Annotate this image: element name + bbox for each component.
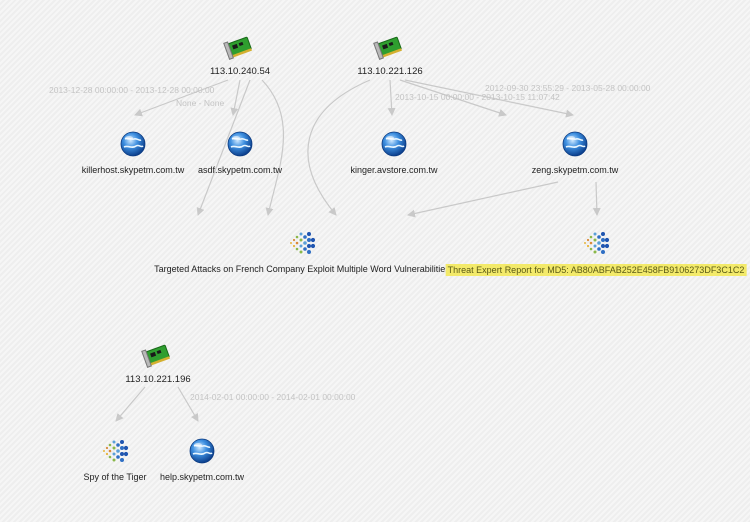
node-label: killerhost.skypetm.com.tw	[81, 165, 185, 175]
globe-icon	[227, 131, 253, 157]
globe-icon	[189, 438, 215, 464]
node-label: asdf.skypetm.com.tw	[197, 165, 283, 175]
dotted-report-icon	[290, 232, 316, 254]
edge-ip3-r3	[115, 386, 146, 422]
globe-icon	[381, 131, 407, 157]
node-label: zeng.skypetm.com.tw	[531, 165, 619, 175]
edge-ip1-r1b	[261, 79, 284, 216]
network-card-icon	[141, 344, 170, 368]
node-label: 113.10.221.126	[357, 66, 423, 77]
node-label: Spy of the Tiger	[83, 472, 147, 482]
node-label-highlighted: Threat Expert Report for MD5: AB80ABFAB2…	[445, 264, 747, 276]
globe-icon	[562, 131, 588, 157]
network-card-icon	[223, 36, 252, 60]
edge-label: 2013-12-28 00:00:00 - 2013-12-28 00:00:0…	[49, 85, 215, 95]
edge-ip2-r1	[307, 79, 371, 216]
edge-d4-r1	[407, 181, 559, 218]
dotted-report-icon	[584, 232, 610, 254]
edge-d4-r2	[592, 181, 601, 216]
edge-label: None - None	[176, 98, 225, 108]
network-card-icon	[373, 36, 402, 60]
node-label: help.skypetm.com.tw	[159, 472, 245, 482]
node-label: 113.10.240.54	[209, 66, 271, 77]
node-label: kinger.avstore.com.tw	[350, 165, 438, 175]
node-label: 113.10.221.196	[125, 374, 191, 385]
edge-label: 2014-02-01 00:00:00 - 2014-02-01 00:00:0…	[190, 392, 356, 402]
edge-ip2-d3	[387, 79, 396, 116]
globe-icon	[120, 131, 146, 157]
edge-label: 2013-10-15 00:00:00 - 2013-10-15 11:07:4…	[395, 92, 560, 102]
dotted-report-icon	[103, 440, 129, 462]
node-label: Targeted Attacks on French Company Explo…	[154, 264, 450, 274]
